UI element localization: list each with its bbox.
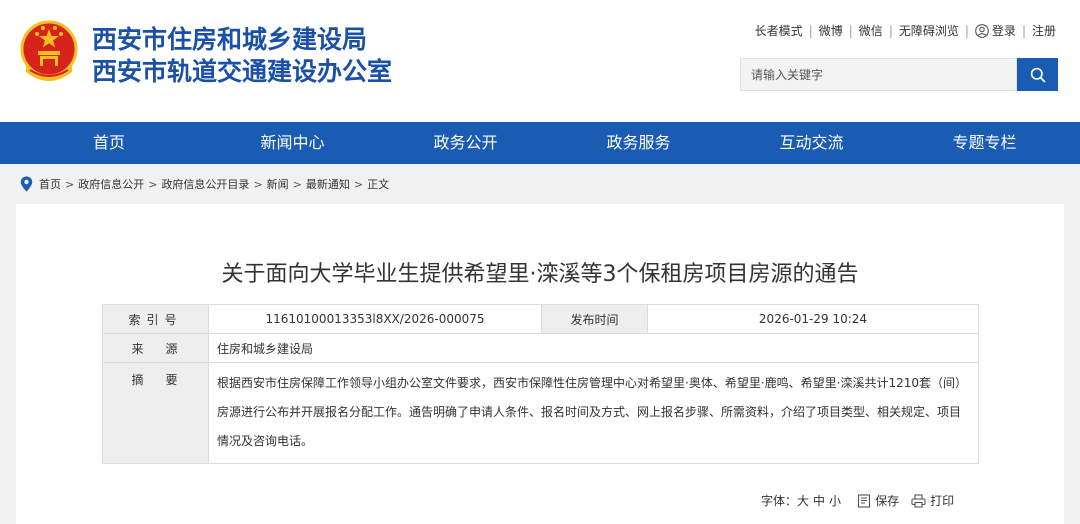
breadcrumb-current: 正文 (367, 178, 390, 191)
org-name-primary: 西安市住房和城乡建设局 (92, 25, 368, 54)
printer-icon (911, 493, 926, 508)
article-tools: 字体： 大 中 小 保存 打印 (761, 492, 954, 509)
font-size-label: 字体： (761, 494, 798, 508)
index-label: 索引号 (102, 304, 209, 334)
national-emblem-icon (20, 20, 78, 81)
org-name-secondary: 西安市轨道交通建设办公室 (92, 57, 393, 86)
table-row: 来源 住房和城乡建设局 (102, 333, 979, 363)
pub-time-value: 2026-01-29 10:24 (647, 304, 979, 334)
breadcrumb-arrow: > (292, 177, 302, 191)
breadcrumb: 首页 > 政府信息公开 > 政府信息公开目录 > 新闻 > 最新通知 > 正文 (20, 174, 389, 194)
save-label: 保存 (875, 494, 900, 508)
weibo-link[interactable]: 微博 (819, 22, 843, 39)
breadcrumb-gov-info-catalog[interactable]: 政府信息公开目录 (161, 176, 249, 192)
font-size-medium[interactable]: 中 (813, 492, 825, 509)
breadcrumb-arrow: > (148, 177, 158, 191)
print-button[interactable]: 打印 (911, 492, 954, 509)
nav-interaction[interactable]: 互动交流 (725, 122, 898, 164)
nav-gov-affairs-open[interactable]: 政务公开 (379, 122, 552, 164)
search-input[interactable] (740, 58, 1017, 91)
elder-mode-link[interactable]: 长者模式 (755, 22, 803, 39)
main-nav: 首页 新闻中心 政务公开 政务服务 互动交流 专题专栏 (0, 122, 1080, 164)
source-value: 住房和城乡建设局 (208, 333, 979, 363)
nav-gov-services[interactable]: 政务服务 (552, 122, 725, 164)
breadcrumb-arrow: > (253, 177, 263, 191)
breadcrumb-arrow: > (65, 177, 75, 191)
search-icon (1030, 67, 1045, 82)
breadcrumb-news[interactable]: 新闻 (267, 176, 289, 192)
wechat-link[interactable]: 微信 (859, 22, 883, 39)
accessible-browse-link[interactable]: 无障碍浏览 (899, 22, 959, 39)
register-link[interactable]: 注册 (1032, 22, 1056, 39)
breadcrumb-arrow: > (353, 177, 364, 191)
separator: | (808, 23, 813, 38)
separator: | (888, 23, 893, 38)
nav-special-topics[interactable]: 专题专栏 (898, 122, 1071, 164)
article-title: 关于面向大学毕业生提供希望里·滦溪等3个保租房项目房源的通告 (221, 262, 859, 287)
font-size-small[interactable]: 小 (829, 492, 841, 509)
summary-label: 摘要 (102, 362, 209, 464)
breadcrumb-gov-info[interactable]: 政府信息公开 (78, 176, 144, 192)
search-box (740, 58, 1058, 91)
site-header: 西安市住房和城乡建设局 西安市轨道交通建设办公室 长者模式 | 微博 | 微信 … (0, 0, 1080, 122)
breadcrumb-home[interactable]: 首页 (39, 176, 61, 192)
search-button[interactable] (1017, 58, 1058, 91)
top-links: 长者模式 | 微博 | 微信 | 无障碍浏览 | 登录 | 注册 (755, 22, 1056, 39)
separator: | (1021, 23, 1026, 38)
table-row: 摘要 根据西安市住房保障工作领导小组办公室文件要求，西安市保障性住房管理中心对希… (102, 362, 979, 464)
font-size-large[interactable]: 大 (797, 492, 809, 509)
table-row: 索引号 11610100013353l8XX/2026-000075 发布时间 … (102, 304, 979, 334)
index-value: 11610100013353l8XX/2026-000075 (208, 304, 542, 334)
login-link[interactable]: 登录 (992, 22, 1016, 39)
pub-time-label: 发布时间 (541, 304, 648, 334)
separator: | (964, 23, 969, 38)
source-label: 来源 (102, 333, 209, 363)
article-panel: 关于面向大学毕业生提供希望里·滦溪等3个保租房项目房源的通告 索引号 11610… (16, 204, 1064, 524)
print-label: 打印 (930, 494, 955, 508)
location-pin-icon (20, 176, 33, 192)
nav-news-center[interactable]: 新闻中心 (206, 122, 379, 164)
article-meta-table: 索引号 11610100013353l8XX/2026-000075 发布时间 … (102, 304, 979, 464)
nav-home[interactable]: 首页 (0, 122, 206, 164)
summary-value: 根据西安市住房保障工作领导小组办公室文件要求，西安市保障性住房管理中心对希望里·… (208, 362, 979, 464)
separator: | (848, 23, 853, 38)
save-icon (858, 493, 871, 508)
breadcrumb-latest-notice[interactable]: 最新通知 (306, 176, 350, 192)
save-button[interactable]: 保存 (857, 492, 899, 509)
user-icon (975, 23, 989, 38)
